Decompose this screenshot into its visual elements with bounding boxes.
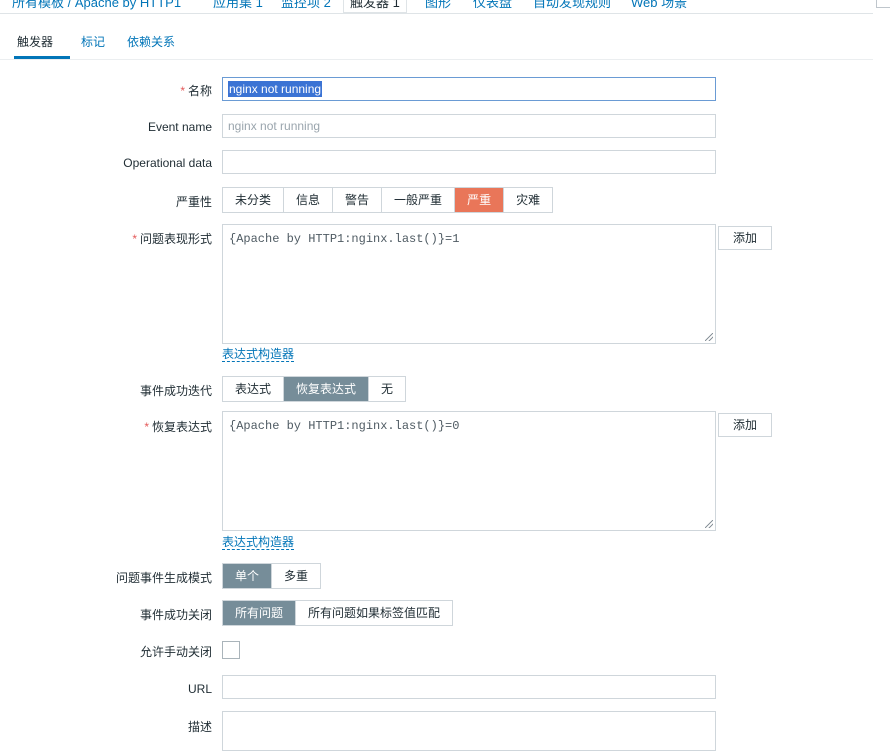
severity-warning[interactable]: 警告 [332,188,381,212]
breadcrumb-triggers[interactable]: 触发器 1 [343,0,407,13]
manual-close-checkbox[interactable] [222,641,240,659]
expression-label: * 问题表现形式 [132,232,212,246]
active-tab-indicator [14,56,70,59]
expression-textarea[interactable]: {Apache by HTTP1:nginx.last()}=1 [222,224,716,344]
resize-grip-icon[interactable] [705,333,713,341]
ok-closes-tag-match[interactable]: 所有问题如果标签值匹配 [295,601,452,625]
ok-generation-expression[interactable]: 表达式 [223,377,283,401]
ok-event-generation-selector: 表达式 恢复表达式 无 [222,376,407,402]
recovery-expression-label: * 恢复表达式 [144,420,212,434]
ok-event-closes-label: 事件成功关闭 [139,608,212,622]
description-textarea[interactable] [222,711,716,751]
problem-mode-single[interactable]: 单个 [223,564,272,588]
url-label: URL [187,682,212,696]
ok-event-generation-label: 事件成功迭代 [139,384,212,398]
recovery-expression-textarea[interactable]: {Apache by HTTP1:nginx.last()}=0 [222,411,716,531]
event-name-input[interactable]: nginx not running [222,114,716,138]
breadcrumb-discovery-rules[interactable]: 自动发现规则 [533,0,611,12]
breadcrumb-graphs[interactable]: 图形 [425,0,451,12]
ok-generation-recovery-expression[interactable]: 恢复表达式 [283,377,369,401]
breadcrumb-items[interactable]: 监控项 2 [281,0,331,12]
severity-label: 严重性 [175,195,212,209]
expression-text: {Apache by HTTP1:nginx.last()}=1 [229,232,460,246]
severity-not-classified[interactable]: 未分类 [223,188,283,212]
operational-data-label: Operational data [123,156,212,170]
severity-high[interactable]: 严重 [454,188,504,212]
operational-data-input[interactable] [222,150,716,174]
form-tabs: 触发器 标记 依赖关系 [0,28,873,60]
tab-tags[interactable]: 标记 [81,33,105,50]
breadcrumb-dashboards[interactable]: 仪表盘 [473,0,512,12]
breadcrumb-applications[interactable]: 应用集 1 [213,0,263,12]
tab-trigger[interactable]: 触发器 [17,33,53,50]
tab-dependencies[interactable]: 依赖关系 [127,33,175,50]
add-expression-button[interactable]: 添加 [718,226,772,250]
manual-close-label: 允许手动关闭 [139,645,212,659]
problem-event-mode-label: 问题事件生成模式 [115,571,212,585]
description-label: 描述 [187,720,212,734]
ok-generation-none[interactable]: 无 [368,377,405,401]
name-label: * 名称 [180,84,212,98]
recovery-expression-text: {Apache by HTTP1:nginx.last()}=0 [229,419,460,433]
add-recovery-expression-button[interactable]: 添加 [718,413,772,437]
url-input[interactable] [222,675,716,699]
severity-selector: 未分类 信息 警告 一般严重 严重 灾难 [222,187,554,213]
name-input[interactable]: nginx not running [222,77,716,101]
problem-event-mode-selector: 单个 多重 [222,563,322,589]
recovery-expression-builder-link[interactable]: 表达式构造器 [222,535,295,550]
resize-grip-icon[interactable] [705,520,713,528]
breadcrumb-all-templates[interactable]: 所有模板 / Apache by HTTP1 [12,0,181,12]
event-name-label: Event name [147,120,212,134]
ok-event-closes-selector: 所有问题 所有问题如果标签值匹配 [222,600,454,626]
expression-builder-link[interactable]: 表达式构造器 [222,347,295,362]
severity-disaster[interactable]: 灾难 [503,188,552,212]
severity-information[interactable]: 信息 [283,188,332,212]
severity-average[interactable]: 一般严重 [381,188,454,212]
problem-mode-multiple[interactable]: 多重 [271,564,320,588]
breadcrumb-web-scenarios[interactable]: Web 场景 [631,0,687,12]
top-navigation: 所有模板 / Apache by HTTP1 应用集 1 监控项 2 触发器 1… [0,0,873,14]
corner-icon [876,0,890,8]
ok-closes-all-problems[interactable]: 所有问题 [223,601,296,625]
